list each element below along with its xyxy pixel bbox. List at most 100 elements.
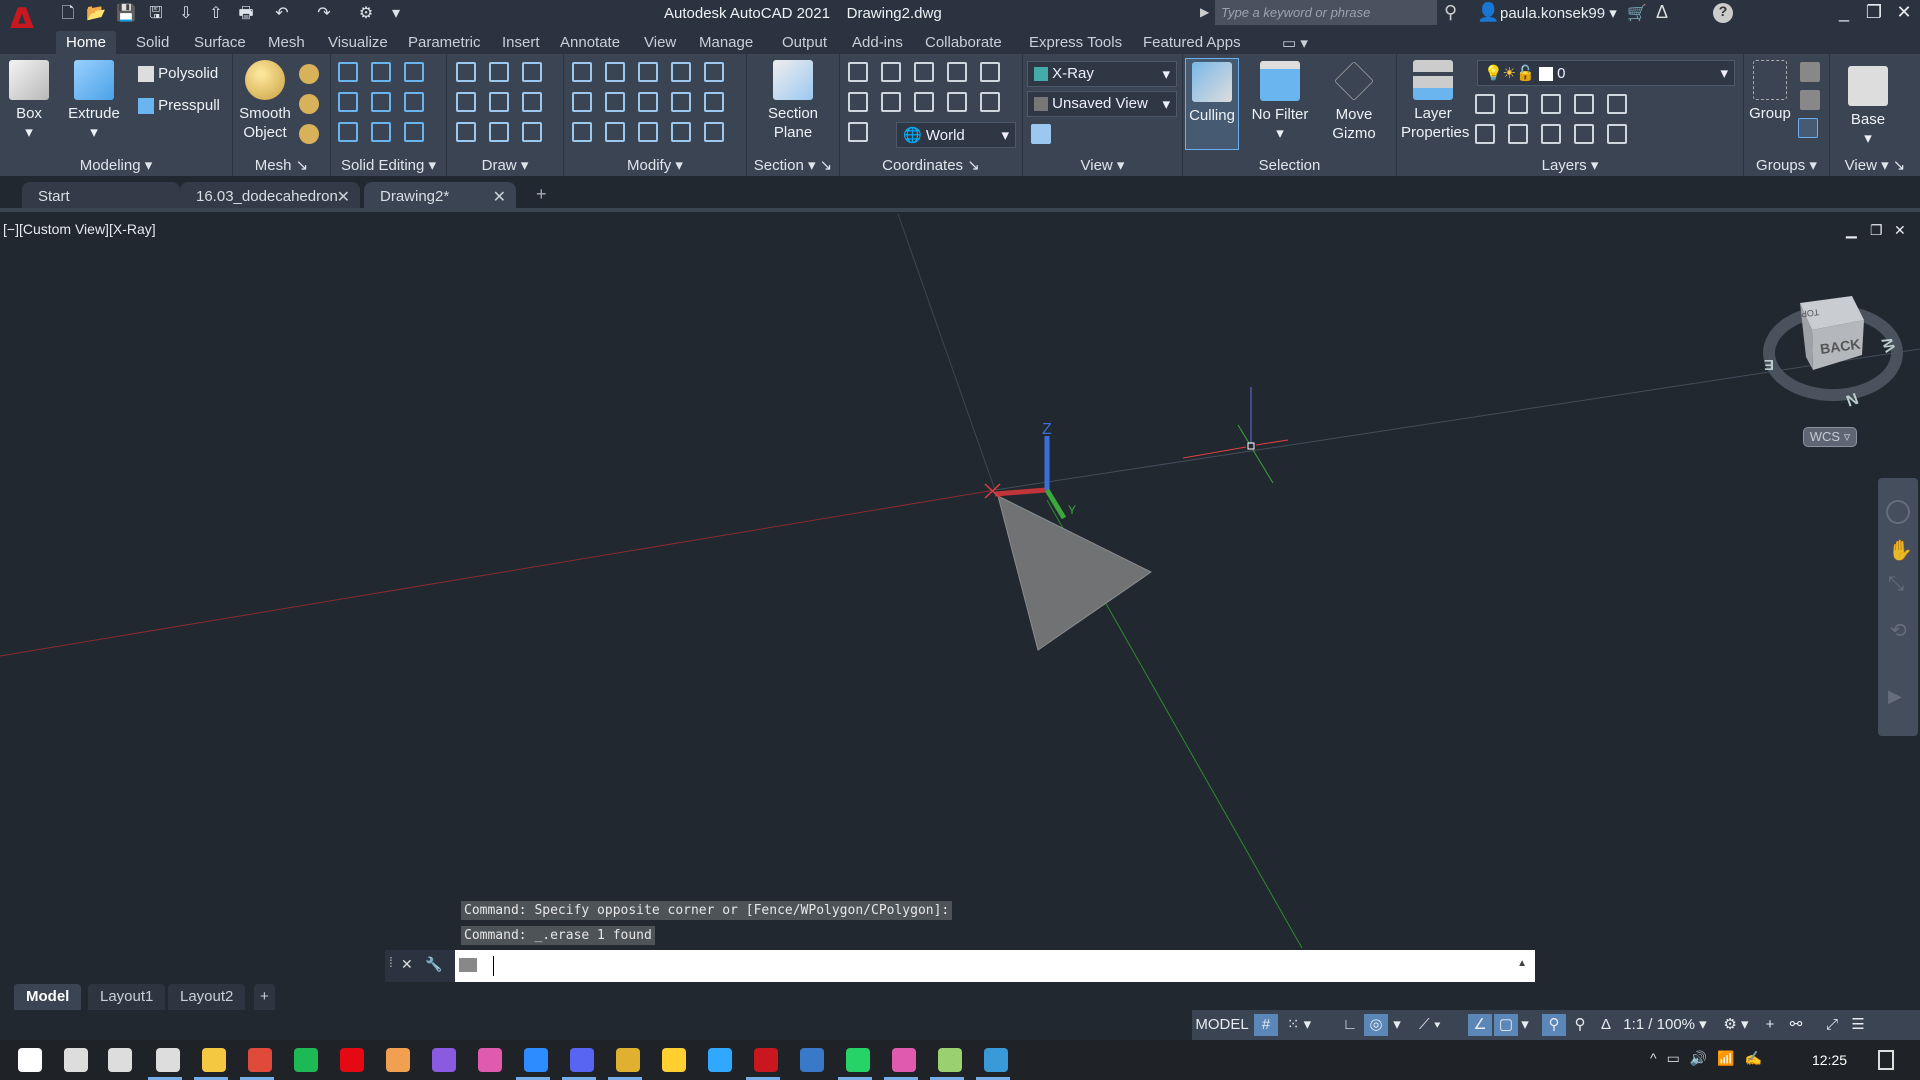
group-edit-icon[interactable] bbox=[1800, 90, 1820, 110]
layer-tool-icon[interactable] bbox=[1475, 124, 1495, 144]
ucs-tool-icon[interactable] bbox=[980, 92, 1000, 112]
box-button[interactable]: Box ▾ bbox=[6, 60, 52, 142]
command-history-toggle-icon[interactable]: ▲ bbox=[1517, 958, 1527, 969]
panel-label-modify[interactable]: Modify ▾ bbox=[564, 156, 746, 174]
solid-edit-tool-icon[interactable] bbox=[338, 92, 358, 112]
command-line-handle[interactable]: ⁞ ✕ 🔧 bbox=[385, 950, 455, 982]
layer-tool-icon[interactable] bbox=[1541, 124, 1561, 144]
grip-icon[interactable]: ⁞ bbox=[389, 954, 393, 970]
save-as-icon[interactable]: 🖫 bbox=[146, 4, 166, 24]
task-view-icon[interactable] bbox=[108, 1048, 132, 1072]
netflix-icon[interactable] bbox=[340, 1048, 364, 1072]
layer-tool-icon[interactable] bbox=[1607, 94, 1627, 114]
modify-tool-icon[interactable] bbox=[671, 62, 691, 82]
no-filter-button[interactable]: No Filter ▾ bbox=[1249, 61, 1311, 143]
ucs-tool-icon[interactable] bbox=[980, 62, 1000, 82]
solid-edit-tool-icon[interactable] bbox=[404, 62, 424, 82]
viewport-minimize-icon[interactable]: ▁ bbox=[1846, 222, 1857, 239]
save-to-web-icon[interactable]: ⇧ bbox=[206, 4, 226, 24]
discord-icon[interactable] bbox=[570, 1048, 594, 1072]
modify-tool-icon[interactable] bbox=[605, 122, 625, 142]
layer-dropdown[interactable]: 💡☀🔓 0 ▾ bbox=[1477, 60, 1735, 86]
app-icon[interactable] bbox=[478, 1048, 502, 1072]
ribbon-tab-collaborate[interactable]: Collaborate bbox=[915, 31, 1012, 54]
culling-button[interactable]: Culling bbox=[1185, 58, 1239, 150]
app-icon[interactable] bbox=[892, 1048, 916, 1072]
ribbon-minimize-toggle[interactable]: ▭ ▾ bbox=[1272, 31, 1318, 54]
ribbon-tab-featured-apps[interactable]: Featured Apps bbox=[1133, 31, 1251, 54]
open-icon[interactable]: 📂 bbox=[86, 4, 106, 24]
panel-label-coordinates[interactable]: Coordinates ↘ bbox=[840, 156, 1022, 174]
open-from-web-icon[interactable]: ⇩ bbox=[176, 4, 196, 24]
layer-tool-icon[interactable] bbox=[1475, 94, 1495, 114]
modify-tool-icon[interactable] bbox=[572, 122, 592, 142]
ucs-tool-icon[interactable] bbox=[848, 122, 868, 142]
autodesk-app-icon[interactable]: Δ bbox=[1656, 2, 1668, 23]
taskbar-clock[interactable]: 12:25 bbox=[1812, 1052, 1847, 1068]
minimize-button[interactable]: _ bbox=[1832, 2, 1856, 23]
ribbon-tab-view[interactable]: View bbox=[634, 31, 686, 54]
ribbon-tab-insert[interactable]: Insert bbox=[492, 31, 550, 54]
modify-tool-icon[interactable] bbox=[671, 92, 691, 112]
ribbon-tab-visualize[interactable]: Visualize bbox=[318, 31, 398, 54]
section-plane-button[interactable]: Section Plane bbox=[763, 60, 823, 142]
ucs-tool-icon[interactable] bbox=[848, 62, 868, 82]
close-tab-icon[interactable]: ✕ bbox=[493, 187, 506, 207]
doc-tab-start[interactable]: Start bbox=[22, 182, 180, 210]
object-snap-icon[interactable]: ▢ bbox=[1494, 1014, 1518, 1036]
panel-label-solid-editing[interactable]: Solid Editing ▾ bbox=[331, 156, 446, 174]
fullscreen-icon[interactable]: ⤢ bbox=[1820, 1014, 1844, 1036]
modify-tool-icon[interactable] bbox=[671, 122, 691, 142]
ribbon-tab-surface[interactable]: Surface bbox=[184, 31, 256, 54]
settings-icon[interactable] bbox=[156, 1048, 180, 1072]
solid-edit-tool-icon[interactable] bbox=[371, 62, 391, 82]
viewcube[interactable]: BACK TOP N E W bbox=[1763, 296, 1903, 409]
units-icon[interactable]: ⚯ bbox=[1784, 1014, 1808, 1036]
wcs-menu[interactable]: WCS ▿ bbox=[1803, 427, 1857, 447]
close-tab-icon[interactable]: ✕ bbox=[337, 187, 350, 207]
mesh-refine-icon[interactable] bbox=[299, 64, 319, 84]
annotation-monitor-icon[interactable]: + bbox=[1758, 1014, 1782, 1036]
annotation-visibility-icon[interactable]: ⚲ bbox=[1542, 1014, 1566, 1036]
annotation-scale-icon[interactable]: Δ bbox=[1594, 1014, 1618, 1036]
start-icon[interactable] bbox=[18, 1048, 42, 1072]
new-layout-button[interactable]: + bbox=[254, 984, 275, 1010]
ribbon-tab-home[interactable]: Home bbox=[56, 31, 117, 54]
workspace-gear-icon[interactable]: ⚙ ▾ bbox=[1716, 1014, 1756, 1036]
viewport-controls-label[interactable]: [−][Custom View][X-Ray] bbox=[3, 221, 156, 237]
panel-label-view-base[interactable]: View ▾ ↘ bbox=[1830, 156, 1920, 174]
group-button[interactable]: Group bbox=[1746, 60, 1794, 123]
miro-icon[interactable] bbox=[662, 1048, 686, 1072]
solid-edit-tool-icon[interactable] bbox=[404, 92, 424, 112]
save-icon[interactable]: 💾 bbox=[116, 4, 136, 24]
mesh-crease-icon[interactable] bbox=[299, 124, 319, 144]
plot-icon[interactable]: 🖶 bbox=[236, 4, 256, 24]
draw-tool-icon[interactable] bbox=[489, 122, 509, 142]
zoom-icon[interactable] bbox=[524, 1048, 548, 1072]
ortho-icon[interactable]: ∟ bbox=[1338, 1014, 1362, 1036]
autocad-icon[interactable] bbox=[754, 1048, 778, 1072]
ucs-tool-icon[interactable] bbox=[881, 62, 901, 82]
spotify-icon[interactable] bbox=[294, 1048, 318, 1072]
search-icon[interactable]: ⚲ bbox=[1444, 2, 1457, 23]
new-tab-button[interactable]: + bbox=[536, 184, 547, 205]
layout-tab-layout1[interactable]: Layout1 bbox=[88, 984, 166, 1010]
restore-button[interactable]: ❐ bbox=[1862, 2, 1886, 23]
annotation-scale-dropdown[interactable]: 1:1 / 100% ▾ bbox=[1620, 1014, 1710, 1036]
user-icon[interactable]: 👤 bbox=[1477, 2, 1499, 23]
draw-tool-icon[interactable] bbox=[489, 62, 509, 82]
ribbon-tab-add-ins[interactable]: Add-ins bbox=[842, 31, 913, 54]
osnap-dropdown[interactable]: ▾ bbox=[1518, 1014, 1532, 1036]
layer-tool-icon[interactable] bbox=[1574, 124, 1594, 144]
app-icon[interactable] bbox=[386, 1048, 410, 1072]
panel-label-section[interactable]: Section ▾ ↘ bbox=[747, 156, 839, 174]
modify-tool-icon[interactable] bbox=[638, 122, 658, 142]
ribbon-tab-parametric[interactable]: Parametric bbox=[398, 31, 491, 54]
ribbon-tab-express-tools[interactable]: Express Tools bbox=[1019, 31, 1132, 54]
panel-label-layers[interactable]: Layers ▾ bbox=[1397, 156, 1743, 174]
mesh-smooth-less-icon[interactable] bbox=[299, 94, 319, 114]
close-command-line-icon[interactable]: ✕ bbox=[401, 956, 413, 973]
ribbon-tab-output[interactable]: Output bbox=[772, 31, 837, 54]
photoshop-icon[interactable] bbox=[708, 1048, 732, 1072]
smooth-object-button[interactable]: Smooth Object bbox=[239, 60, 291, 142]
